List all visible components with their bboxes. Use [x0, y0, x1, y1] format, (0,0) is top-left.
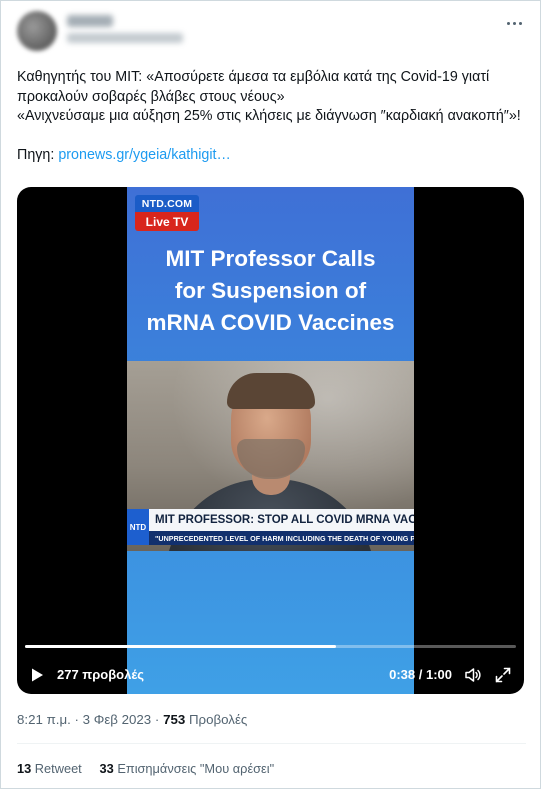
- ntd-live-logo: NTD.COM Live TV: [135, 195, 199, 231]
- tweet-text: Καθηγητής του MIT: «Αποσύρετε άμεσα τα ε…: [17, 68, 527, 166]
- video-progress-fill: [25, 645, 336, 648]
- retweets-stat[interactable]: 13 Retweet: [17, 761, 82, 776]
- more-icon[interactable]: [502, 11, 526, 35]
- video-progress-bar[interactable]: [25, 645, 516, 648]
- ntd-logo-top: NTD.COM: [135, 195, 199, 212]
- tweet-card: Καθηγητής του MIT: «Αποσύρετε άμεσα τα ε…: [0, 0, 541, 789]
- lower-third-headline: MIT PROFESSOR: STOP ALL COVID MRNA VACCI…: [149, 509, 414, 531]
- tweet-stats: 13 Retweet 33 Επισημάνσεις "Μου αρέσει": [17, 761, 274, 776]
- likes-stat[interactable]: 33 Επισημάνσεις "Μου αρέσει": [100, 761, 275, 776]
- display-name-blurred[interactable]: [67, 15, 113, 27]
- ntd-logo-bottom: Live TV: [135, 212, 199, 231]
- divider: [17, 743, 526, 744]
- views-label: Προβολές: [188, 712, 248, 727]
- lower-third-subtitle: "UNPRECEDENTED LEVEL OF HARM INCLUDING T…: [149, 531, 414, 545]
- video-frame[interactable]: NTD.COM Live TV MIT Professor Calls for …: [127, 187, 414, 694]
- lower-third-logo: NTD: [127, 509, 149, 545]
- video-player[interactable]: NTD.COM Live TV MIT Professor Calls for …: [17, 187, 524, 694]
- view-count: 753: [163, 712, 186, 727]
- volume-icon[interactable]: [464, 666, 482, 684]
- meta-separator: ·: [74, 712, 79, 727]
- source-link[interactable]: pronews.gr/ygeia/kathigit…: [58, 147, 230, 163]
- likes-count: 33: [99, 761, 114, 776]
- video-headline-line-1: MIT Professor Calls: [165, 246, 376, 271]
- video-headline-line-3: mRNA COVID Vaccines: [146, 310, 395, 335]
- meta-separator: ·: [154, 712, 160, 727]
- tweet-text-line-2: «Ανιχνεύσαμε μια αύξηση 25% στις κλήσεις…: [17, 108, 521, 124]
- avatar[interactable]: [17, 11, 57, 51]
- tweet-source: Πηγη: pronews.gr/ygeia/kathigit…: [17, 146, 527, 166]
- video-headline-line-2: for Suspension of: [174, 278, 367, 303]
- video-headline: MIT Professor Calls for Suspension of mR…: [127, 243, 414, 339]
- tweet-timestamp[interactable]: 8:21 π.μ.: [17, 712, 71, 727]
- tweet-text-line-1: Καθηγητής του MIT: «Αποσύρετε άμεσα τα ε…: [17, 69, 490, 105]
- fullscreen-icon[interactable]: [494, 666, 512, 684]
- tweet-meta: 8:21 π.μ. · 3 Φεβ 2023 · 753 Προβολές: [17, 712, 247, 727]
- retweets-count: 13: [17, 761, 32, 776]
- news-lower-third: NTD MIT PROFESSOR: STOP ALL COVID MRNA V…: [127, 509, 414, 545]
- username-blurred[interactable]: [67, 33, 183, 43]
- play-icon[interactable]: [29, 667, 45, 683]
- retweets-label: Retweet: [34, 761, 82, 776]
- video-time: 0:38 / 1:00: [389, 667, 452, 682]
- video-controls: 277 προβολές 0:38 / 1:00: [17, 657, 524, 693]
- likes-label: Επισημάνσεις "Μου αρέσει": [117, 761, 275, 776]
- tweet-date[interactable]: 3 Φεβ 2023: [83, 712, 152, 727]
- source-label: Πηγη:: [17, 147, 55, 163]
- video-view-count: 277 προβολές: [57, 667, 144, 682]
